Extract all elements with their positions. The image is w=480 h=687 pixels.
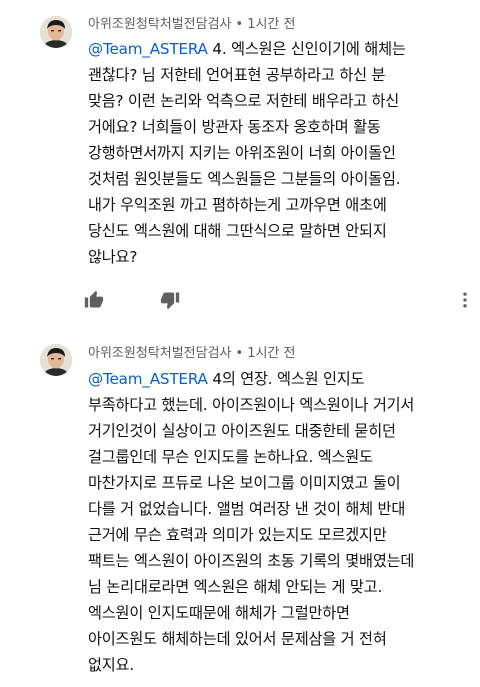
meta-separator: • <box>235 17 244 32</box>
comment-line: 않나요? <box>88 248 138 266</box>
more-vertical-icon <box>463 292 467 308</box>
comment-line: 거기인것이 실상이고 아이즈원도 대중한테 묻히던 <box>88 422 396 440</box>
more-options-button[interactable] <box>453 288 477 312</box>
comment-line: 맞음? 이런 논리와 억측으로 저한테 배우라고 하신 <box>88 92 400 110</box>
comment-line: 아이즈원도 해체하는데 있어서 문제삼을 거 전혀 <box>88 630 387 648</box>
comment-meta: 아위조원청탁처벌전담검사 • 1시간 전 <box>88 346 296 362</box>
comment-line: 것처럼 원잇분들도 엑스원들은 그분들의 아이돌임. <box>88 170 401 188</box>
comment-line: 다를 거 없었습니다. 앨범 여러장 낸 것이 해체 반대 <box>88 500 406 518</box>
comment-line: 당신도 엑스원에 대해 그딴식으로 말하면 안되지 <box>88 222 387 240</box>
dislike-button[interactable] <box>158 288 182 312</box>
comment-meta: 아위조원청탁처벌전담검사 • 1시간 전 <box>88 17 296 33</box>
comment-line: 내가 우익조원 까고 폄하하는게 고까우면 애초에 <box>88 196 387 214</box>
comment-2: 아위조원청탁처벌전담검사 • 1시간 전 @Team_ASTERA 4의 연장. 엑… <box>0 330 480 687</box>
comment-text: @Team_ASTERA 4의 연장. 엑스원 인지도 부족하다고 했는데. 아… <box>88 366 473 678</box>
comment-line: 엑스원이 인지도때문에 해체가 그럴만하면 <box>88 604 350 622</box>
comment-line: 괜찮다? 님 저한테 언어표현 공부하라고 하신 분 <box>88 66 386 84</box>
comment-line: @Team_ASTERA 4의 연장. 엑스원 인지도 <box>88 366 473 392</box>
comment-line: 부족하다고 했는데. 아이즈원이나 엑스원이나 거기서 <box>88 396 415 414</box>
comment-1: 아위조원청탁처벌전담검사 • 1시간 전 @Team_ASTERA 4. 엑스원은 … <box>0 0 480 330</box>
comment-text: @Team_ASTERA 4. 엑스원은 신인이기에 해체는 괜찮다? 님 저한… <box>88 36 473 270</box>
timestamp[interactable]: 1시간 전 <box>247 346 295 361</box>
like-button[interactable] <box>82 288 106 312</box>
thumbs-up-icon <box>84 290 104 308</box>
avatar[interactable] <box>40 16 72 48</box>
comment-line: 없지요. <box>88 656 134 674</box>
timestamp[interactable]: 1시간 전 <box>247 17 295 32</box>
comment-line: 걸그룹인데 무슨 인지도를 논하나요. 엑스원도 <box>88 448 373 466</box>
mention-link[interactable]: @Team_ASTERA <box>88 370 208 388</box>
comment-actions <box>82 288 477 312</box>
comment-line: 근거에 무슨 효력과 의미가 있는지도 모르겠지만 <box>88 526 387 544</box>
avatar[interactable] <box>40 344 72 376</box>
author-name[interactable]: 아위조원청탁처벌전담검사 <box>88 17 232 32</box>
comment-line: 마찬가지로 프듀로 나온 보이그룹 이미지였고 둘이 <box>88 474 401 492</box>
meta-separator: • <box>235 346 244 361</box>
thumbs-down-icon <box>160 292 180 310</box>
comment-line-text: 4의 연장. 엑스원 인지도 <box>207 370 365 388</box>
comment-line: 강행하면서까지 지키는 아위조원이 너희 아이돌인 <box>88 144 396 162</box>
comment-line-text: 4. 엑스원은 신인이기에 해체는 <box>207 40 406 58</box>
comment-line: @Team_ASTERA 4. 엑스원은 신인이기에 해체는 <box>88 36 473 62</box>
comment-line: 님 논리대로라면 엑스원은 해체 안되는 게 맞고. <box>88 578 383 596</box>
comment-line: 거에요? 너희들이 방관자 동조자 옹호하며 활동 <box>88 118 381 136</box>
comment-line: 팩트는 엑스원이 아이즈원의 초동 기록의 몇배였는데 <box>88 552 415 570</box>
mention-link[interactable]: @Team_ASTERA <box>88 40 208 58</box>
author-name[interactable]: 아위조원청탁처벌전담검사 <box>88 346 232 361</box>
